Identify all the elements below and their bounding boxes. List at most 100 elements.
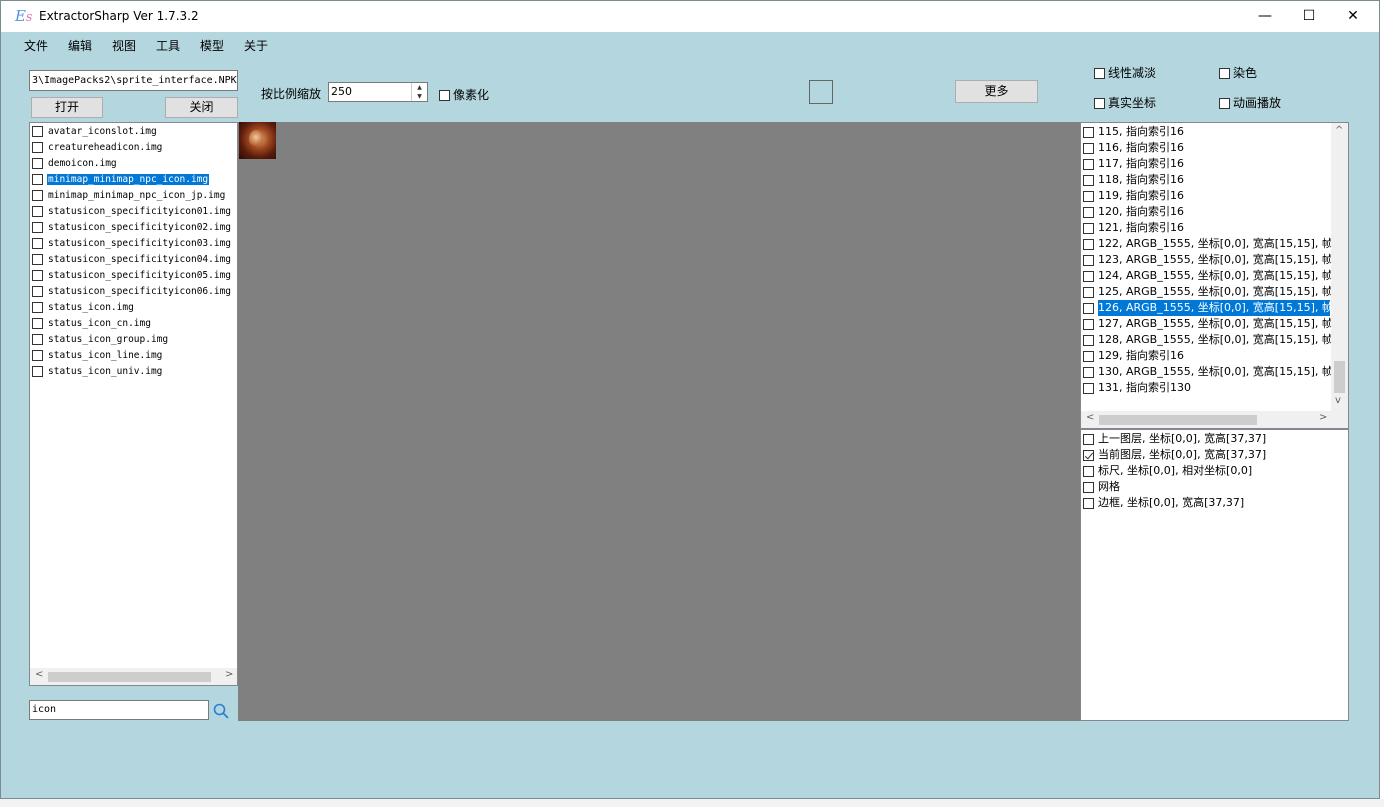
checkbox-box[interactable] — [1083, 481, 1094, 493]
menu-file[interactable]: 文件 — [24, 37, 48, 54]
pixelate-checkbox[interactable]: 像素化 — [439, 86, 489, 103]
checkbox-box[interactable] — [32, 366, 43, 377]
frame-list-item[interactable]: 124, ARGB_1555, 坐标[0,0], 宽高[15,15], 帧 — [1083, 268, 1331, 284]
checkbox-box[interactable] — [1083, 318, 1094, 330]
scroll-thumb[interactable] — [1099, 415, 1257, 425]
scroll-down-icon[interactable]: v — [1335, 395, 1341, 406]
file-list-item[interactable]: minimap_minimap_npc_icon.img — [32, 172, 237, 188]
checkbox-box[interactable] — [1083, 366, 1094, 378]
file-list-item[interactable]: demoicon.img — [32, 156, 237, 172]
scroll-thumb[interactable] — [48, 672, 211, 682]
checkbox-box[interactable] — [32, 350, 43, 361]
checkbox-box[interactable] — [1083, 126, 1094, 138]
minimize-button[interactable]: — — [1242, 1, 1288, 32]
checkbox-box[interactable] — [1094, 98, 1105, 109]
file-list-item[interactable]: statusicon_specificityicon05.img — [32, 268, 237, 284]
file-list-item[interactable]: status_icon_line.img — [32, 348, 237, 364]
frame-list-hscrollbar[interactable]: < > — [1081, 411, 1348, 428]
file-list[interactable]: avatar_iconslot.img creatureheadicon.img d… — [29, 122, 238, 686]
frame-list-item[interactable]: 125, ARGB_1555, 坐标[0,0], 宽高[15,15], 帧 — [1083, 284, 1331, 300]
file-list-item[interactable]: status_icon_group.img — [32, 332, 237, 348]
frame-list-item[interactable]: 128, ARGB_1555, 坐标[0,0], 宽高[15,15], 帧 — [1083, 332, 1331, 348]
close-button[interactable]: ✕ — [1330, 1, 1376, 32]
dye-checkbox[interactable]: 染色 — [1219, 64, 1257, 81]
checkbox-box[interactable] — [1083, 270, 1094, 282]
frame-list-item[interactable]: 116, 指向索引16 — [1083, 140, 1331, 156]
file-list-item[interactable]: statusicon_specificityicon02.img — [32, 220, 237, 236]
checkbox-box[interactable] — [1083, 382, 1094, 394]
scroll-left-icon[interactable]: < — [35, 669, 43, 680]
menu-edit[interactable]: 编辑 — [68, 37, 92, 54]
checkbox-box[interactable] — [1083, 190, 1094, 202]
scroll-up-icon[interactable]: ^ — [1335, 125, 1343, 136]
frame-list-item[interactable]: 129, 指向索引16 — [1083, 348, 1331, 364]
stepper-down-icon[interactable]: ▼ — [412, 92, 427, 101]
menu-tools[interactable]: 工具 — [156, 37, 180, 54]
frame-list-item[interactable]: 119, 指向索引16 — [1083, 188, 1331, 204]
frame-list-item[interactable]: 117, 指向索引16 — [1083, 156, 1331, 172]
file-list-item[interactable]: statusicon_specificityicon03.img — [32, 236, 237, 252]
npk-path-input[interactable]: 3\ImagePacks2\sprite_interface.NPK — [29, 70, 238, 91]
checkbox-box[interactable] — [32, 190, 43, 201]
real-coords-checkbox[interactable]: 真实坐标 — [1094, 94, 1156, 111]
checkbox-box[interactable] — [1083, 142, 1094, 154]
checkbox-box[interactable] — [1083, 238, 1094, 250]
file-list-item[interactable]: statusicon_specificityicon06.img — [32, 284, 237, 300]
checkbox-box[interactable] — [32, 254, 43, 265]
layer-list-item[interactable]: 上一图层, 坐标[0,0], 宽高[37,37] — [1083, 431, 1266, 447]
checkbox-box[interactable] — [32, 318, 43, 329]
file-list-item[interactable]: status_icon_univ.img — [32, 364, 237, 380]
scroll-right-icon[interactable]: > — [1319, 412, 1327, 423]
checkbox-box[interactable] — [1083, 497, 1094, 509]
file-list-item[interactable]: status_icon.img — [32, 300, 237, 316]
checkbox-box[interactable] — [1083, 334, 1094, 346]
file-list-item[interactable]: status_icon_cn.img — [32, 316, 237, 332]
checkbox-box[interactable] — [32, 302, 43, 313]
checkbox-box[interactable] — [32, 222, 43, 233]
scroll-right-icon[interactable]: > — [225, 669, 233, 680]
layer-list[interactable]: 上一图层, 坐标[0,0], 宽高[37,37] 当前图层, 坐标[0,0], 宽… — [1080, 429, 1349, 721]
frame-list-item[interactable]: 126, ARGB_1555, 坐标[0,0], 宽高[15,15], 帧 — [1083, 300, 1331, 316]
checkbox-box[interactable] — [1219, 98, 1230, 109]
checkbox-box[interactable] — [1083, 206, 1094, 218]
frame-list-item[interactable]: 121, 指向索引16 — [1083, 220, 1331, 236]
frame-list-item[interactable]: 130, ARGB_1555, 坐标[0,0], 宽高[15,15], 帧 — [1083, 364, 1331, 380]
more-button[interactable]: 更多 — [955, 80, 1038, 103]
image-canvas[interactable] — [238, 122, 1080, 721]
checkbox-box[interactable] — [32, 238, 43, 249]
title-bar[interactable]: ES ExtractorSharp Ver 1.7.3.2 — ☐ ✕ — [1, 1, 1379, 32]
checkbox-box[interactable] — [1083, 254, 1094, 266]
frame-list-item[interactable]: 131, 指向索引130 — [1083, 380, 1331, 396]
checkbox-box[interactable] — [1083, 222, 1094, 234]
frame-list-item[interactable]: 122, ARGB_1555, 坐标[0,0], 宽高[15,15], 帧 — [1083, 236, 1331, 252]
file-list-item[interactable]: minimap_minimap_npc_icon_jp.img — [32, 188, 237, 204]
file-list-item[interactable]: statusicon_specificityicon01.img — [32, 204, 237, 220]
maximize-button[interactable]: ☐ — [1286, 1, 1332, 32]
checkbox-box[interactable] — [1083, 286, 1094, 298]
checkbox-box[interactable] — [32, 206, 43, 217]
checkbox-box[interactable] — [1083, 158, 1094, 170]
open-button[interactable]: 打开 — [31, 97, 103, 118]
checkbox-box[interactable] — [1094, 68, 1105, 79]
layer-list-item[interactable]: 网格 — [1083, 479, 1120, 495]
scroll-thumb[interactable] — [1334, 361, 1345, 393]
checkbox-box[interactable] — [1219, 68, 1230, 79]
file-list-item[interactable]: avatar_iconslot.img — [32, 124, 237, 140]
menu-view[interactable]: 视图 — [112, 37, 136, 54]
frame-list-item[interactable]: 118, 指向索引16 — [1083, 172, 1331, 188]
checkbox-box[interactable] — [1083, 449, 1094, 461]
search-input[interactable]: icon — [29, 700, 209, 720]
layer-list-item[interactable]: 标尺, 坐标[0,0], 相对坐标[0,0] — [1083, 463, 1252, 479]
frame-list[interactable]: 115, 指向索引16 116, 指向索引16 117, 指向索引16 118, 指向… — [1080, 122, 1349, 429]
checkbox-box[interactable] — [1083, 174, 1094, 186]
animation-play-checkbox[interactable]: 动画播放 — [1219, 94, 1281, 111]
checkbox-box[interactable] — [32, 286, 43, 297]
checkbox-box[interactable] — [32, 126, 43, 137]
scale-stepper[interactable]: 250 ▲ ▼ — [328, 82, 428, 102]
menu-model[interactable]: 模型 — [200, 37, 224, 54]
checkbox-box[interactable] — [1083, 350, 1094, 362]
file-list-item[interactable]: statusicon_specificityicon04.img — [32, 252, 237, 268]
close-file-button[interactable]: 关闭 — [165, 97, 238, 118]
color-picker-swatch[interactable] — [809, 80, 833, 104]
checkbox-box[interactable] — [1083, 465, 1094, 477]
